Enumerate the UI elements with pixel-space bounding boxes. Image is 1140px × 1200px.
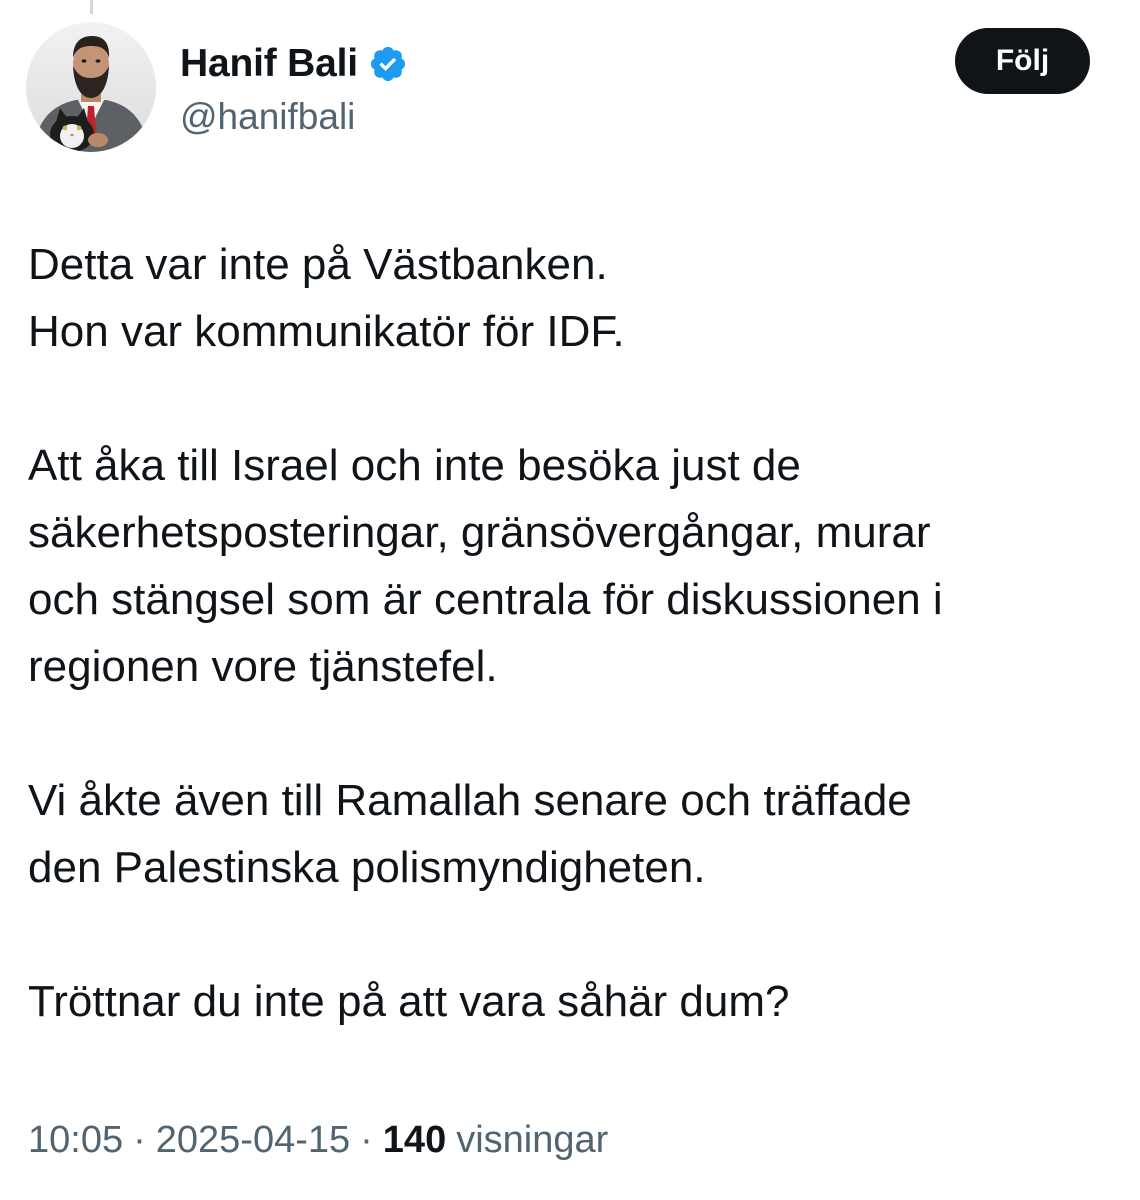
tweet-line: säkerhetsposteringar, gränsövergångar, m… xyxy=(28,508,931,557)
tweet-line: Tröttnar du inte på att vara såhär dum? xyxy=(28,977,790,1026)
views-label: visningar xyxy=(456,1118,609,1161)
avatar[interactable] xyxy=(26,22,156,152)
verified-badge-icon xyxy=(368,44,408,84)
views-count[interactable]: 140 xyxy=(383,1119,446,1162)
tweet-paragraph: Vi åkte även till Ramallah senare och tr… xyxy=(28,767,1118,901)
tweet-line: Hon var kommunikatör för IDF. xyxy=(28,307,625,356)
tweet-paragraph: Att åka till Israel och inte besöka just… xyxy=(28,432,1118,700)
tweet-text: Detta var inte på Västbanken. Hon var ko… xyxy=(28,231,1118,1035)
tweet-header: Hanif Bali @hanifbali Följ xyxy=(0,0,1140,170)
follow-button[interactable]: Följ xyxy=(955,28,1090,94)
meta-separator: · xyxy=(133,1118,146,1161)
author-handle[interactable]: @hanifbali xyxy=(180,96,355,138)
avatar-photo xyxy=(26,22,156,152)
tweet-line: och stängsel som är centrala för diskuss… xyxy=(28,575,943,624)
author-name-row: Hanif Bali xyxy=(180,40,408,88)
tweet-paragraph: Tröttnar du inte på att vara såhär dum? xyxy=(28,968,1118,1035)
meta-separator: · xyxy=(360,1118,373,1161)
tweet-line: regionen vore tjänstefel. xyxy=(28,642,498,691)
tweet-meta: 10:05 · 2025-04-15 · 140 visningar xyxy=(28,1112,608,1168)
tweet-time[interactable]: 10:05 xyxy=(28,1119,123,1162)
tweet-date[interactable]: 2025-04-15 xyxy=(156,1119,350,1162)
tweet-line: den Palestinska polismyndigheten. xyxy=(28,843,706,892)
tweet-line: Detta var inte på Västbanken. xyxy=(28,240,608,289)
tweet-paragraph: Detta var inte på Västbanken. Hon var ko… xyxy=(28,231,1118,365)
tweet-line: Att åka till Israel och inte besöka just… xyxy=(28,441,801,490)
tweet-line: Vi åkte även till Ramallah senare och tr… xyxy=(28,776,912,825)
author-display-name[interactable]: Hanif Bali xyxy=(180,42,358,86)
